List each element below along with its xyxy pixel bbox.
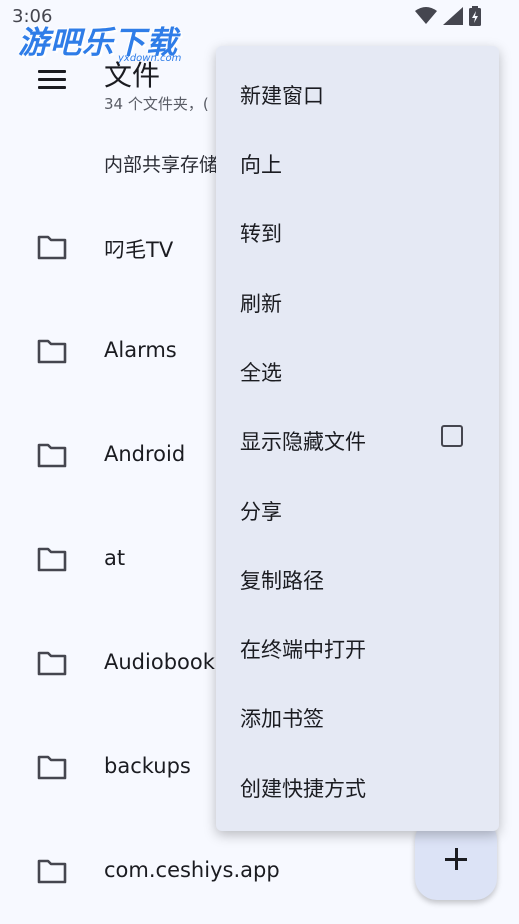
menu-item-refresh[interactable]: 刷新 [216, 266, 499, 335]
menu-item-label: 在终端中打开 [240, 638, 366, 662]
file-name: com.ceshiys.app [104, 858, 280, 882]
menu-item-create-shortcut[interactable]: 创建快捷方式 [216, 751, 499, 820]
wifi-icon [415, 7, 437, 24]
file-name: backups [104, 754, 191, 778]
menu-item-label: 转到 [240, 222, 282, 246]
battery-icon [469, 6, 481, 26]
folder-icon [37, 547, 67, 572]
folder-icon [37, 755, 67, 780]
file-name: Audiobooks [104, 650, 226, 674]
folder-icon [37, 339, 67, 364]
folder-icon [37, 235, 67, 260]
menu-item-label: 新建窗口 [240, 84, 324, 108]
page-title: 文件 [104, 59, 161, 92]
status-icons [415, 6, 481, 26]
hamburger-menu-icon[interactable] [38, 70, 66, 92]
menu-item-up[interactable]: 向上 [216, 127, 499, 196]
menu-item-label: 添加书签 [240, 707, 324, 731]
file-name: Alarms [104, 338, 177, 362]
menu-item-label: 全选 [240, 361, 282, 385]
menu-item-label: 刷新 [240, 292, 282, 316]
menu-item-show-hidden[interactable]: 显示隐藏文件 [216, 404, 499, 473]
file-name: Android [104, 442, 186, 466]
menu-item-label: 分享 [240, 500, 282, 524]
menu-item-copy-path[interactable]: 复制路径 [216, 543, 499, 612]
menu-item-label: 向上 [240, 153, 282, 177]
file-name: 叼毛TV [104, 238, 174, 262]
overflow-menu: 新建窗口 向上 转到 刷新 全选 显示隐藏文件 分享 复制路径 在终端中打开 添… [216, 46, 499, 831]
menu-item-go-to[interactable]: 转到 [216, 196, 499, 265]
folder-icon [37, 859, 67, 884]
folder-icon [37, 443, 67, 468]
menu-item-new-window[interactable]: 新建窗口 [216, 58, 499, 127]
breadcrumb[interactable]: 内部共享存储 [104, 150, 218, 177]
menu-item-open-terminal[interactable]: 在终端中打开 [216, 612, 499, 681]
signal-icon [443, 7, 463, 25]
menu-item-label: 显示隐藏文件 [240, 430, 366, 454]
menu-item-add-bookmark[interactable]: 添加书签 [216, 681, 499, 750]
folder-icon [37, 651, 67, 676]
menu-item-select-all[interactable]: 全选 [216, 335, 499, 404]
show-hidden-checkbox[interactable] [441, 425, 463, 447]
file-name: at [104, 546, 126, 570]
menu-item-label: 复制路径 [240, 569, 324, 593]
menu-item-label: 创建快捷方式 [240, 777, 366, 801]
page-subtitle: 34 个文件夹，( [104, 95, 209, 113]
menu-item-share[interactable]: 分享 [216, 474, 499, 543]
